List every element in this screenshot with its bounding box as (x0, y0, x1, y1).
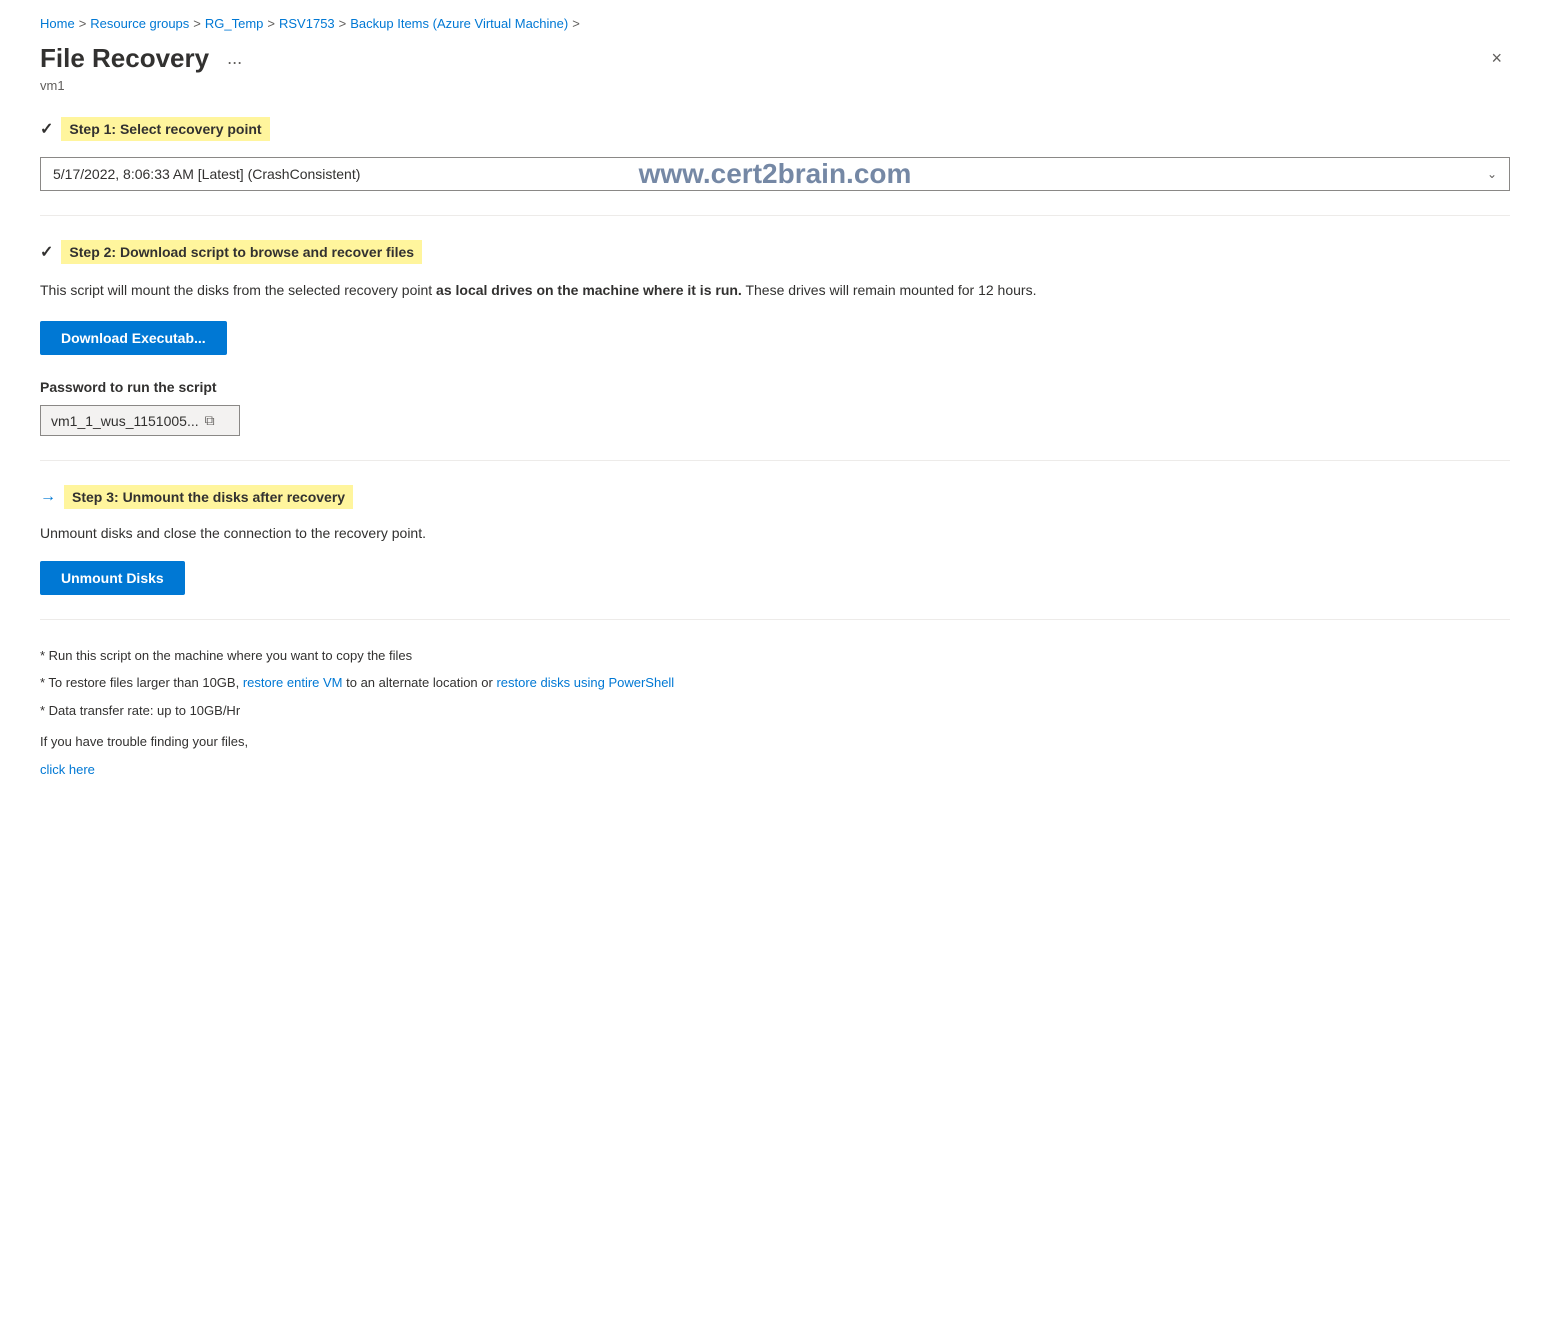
footer-notes: * Run this script on the machine where y… (40, 644, 1510, 781)
step3-arrow-icon: → (40, 488, 56, 506)
step2-section: ✓ Step 2: Download script to browse and … (40, 240, 1510, 436)
step3-header: → Step 3: Unmount the disks after recove… (40, 485, 1510, 509)
step2-desc-part1: This script will mount the disks from th… (40, 282, 436, 298)
trouble-finding-text: If you have trouble finding your files, (40, 730, 1510, 753)
footer-note1: * Run this script on the machine where y… (40, 644, 1510, 667)
recovery-point-value: 5/17/2022, 8:06:33 AM [Latest] (CrashCon… (53, 166, 1487, 182)
step2-check-icon: ✓ (40, 242, 53, 262)
divider-2 (40, 460, 1510, 461)
recovery-point-dropdown[interactable]: 5/17/2022, 8:06:33 AM [Latest] (CrashCon… (40, 157, 1510, 191)
close-button[interactable]: × (1483, 44, 1510, 73)
click-here-link[interactable]: click here (40, 762, 95, 777)
header-row: File Recovery ... × (40, 43, 1510, 74)
step1-content: 5/17/2022, 8:06:33 AM [Latest] (CrashCon… (40, 157, 1510, 191)
step2-desc-part2: These drives will remain mounted for 12 … (742, 282, 1037, 298)
step1-check-icon: ✓ (40, 119, 53, 139)
restore-entire-vm-link[interactable]: restore entire VM (243, 675, 343, 690)
password-value: vm1_1_wus_1151005... (51, 413, 199, 429)
step3-description: Unmount disks and close the connection t… (40, 525, 1510, 541)
ellipsis-button[interactable]: ... (221, 46, 248, 71)
breadcrumb-resource-groups[interactable]: Resource groups (90, 16, 189, 31)
divider-3 (40, 619, 1510, 620)
restore-disks-powershell-link[interactable]: restore disks using PowerShell (496, 675, 674, 690)
password-field-row: vm1_1_wus_1151005... ⧉ (40, 405, 1510, 436)
step1-label: Step 1: Select recovery point (61, 117, 269, 141)
breadcrumb-rsv1753[interactable]: RSV1753 (279, 16, 335, 31)
page-container: Home > Resource groups > RG_Temp > RSV17… (0, 0, 1550, 821)
step2-label: Step 2: Download script to browse and re… (61, 240, 422, 264)
breadcrumb-rg-temp[interactable]: RG_Temp (205, 16, 264, 31)
password-label: Password to run the script (40, 379, 1510, 395)
page-title: File Recovery (40, 43, 209, 74)
footer-note2-middle: to an alternate location or (343, 675, 497, 690)
download-executable-button[interactable]: Download Executab... (40, 321, 227, 355)
step2-desc-bold: as local drives on the machine where it … (436, 282, 742, 298)
breadcrumb-home[interactable]: Home (40, 16, 75, 31)
footer-note2: * To restore files larger than 10GB, res… (40, 671, 1510, 694)
vm-name-label: vm1 (40, 78, 1510, 93)
step3-section: → Step 3: Unmount the disks after recove… (40, 485, 1510, 595)
step3-content: Unmount disks and close the connection t… (40, 525, 1510, 595)
copy-icon[interactable]: ⧉ (205, 412, 215, 429)
breadcrumb: Home > Resource groups > RG_Temp > RSV17… (40, 16, 1510, 31)
divider-1 (40, 215, 1510, 216)
step2-header: ✓ Step 2: Download script to browse and … (40, 240, 1510, 264)
chevron-down-icon: ⌄ (1487, 167, 1497, 181)
footer-note3: * Data transfer rate: up to 10GB/Hr (40, 699, 1510, 722)
header-left: File Recovery ... (40, 43, 248, 74)
breadcrumb-backup-items[interactable]: Backup Items (Azure Virtual Machine) (350, 16, 568, 31)
footer-note2-prefix: * To restore files larger than 10GB, (40, 675, 243, 690)
step1-section: ✓ Step 1: Select recovery point 5/17/202… (40, 117, 1510, 191)
step2-content: This script will mount the disks from th… (40, 280, 1510, 436)
unmount-disks-button[interactable]: Unmount Disks (40, 561, 185, 595)
step1-header: ✓ Step 1: Select recovery point (40, 117, 1510, 141)
password-field: vm1_1_wus_1151005... ⧉ (40, 405, 240, 436)
step3-label: Step 3: Unmount the disks after recovery (64, 485, 353, 509)
step2-description: This script will mount the disks from th… (40, 280, 1510, 301)
